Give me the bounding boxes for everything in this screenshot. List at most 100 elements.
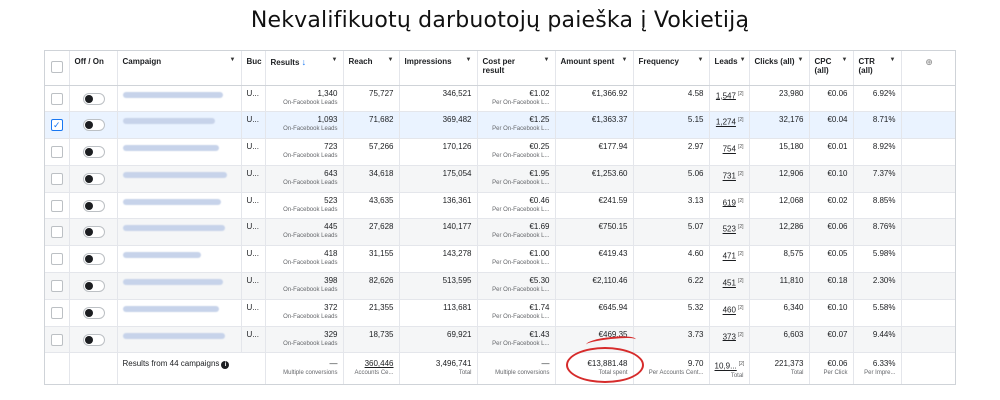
leads-cell[interactable]: 754 [2] (709, 138, 750, 166)
info-icon[interactable]: i (221, 361, 230, 370)
leads-cell[interactable]: 451 [2] (709, 272, 750, 300)
toggle-cell[interactable] (69, 111, 118, 140)
budget-header[interactable]: Buc (241, 51, 266, 86)
chevron-down-icon[interactable]: ▼ (466, 57, 472, 63)
row-select-cell[interactable] (45, 138, 70, 166)
campaign-header[interactable]: Campaign ▼ (117, 51, 242, 86)
campaign-name-redacted[interactable] (122, 145, 219, 152)
campaign-name-redacted[interactable] (122, 198, 221, 205)
chevron-down-icon[interactable]: ▼ (842, 57, 848, 63)
campaign-name-redacted[interactable] (122, 118, 215, 125)
row-checkbox[interactable] (50, 226, 63, 239)
campaign-toggle[interactable] (82, 199, 105, 212)
table-row[interactable]: U... 523 On-Facebook Leads 43,635 136,361 €0.… (45, 192, 955, 220)
select-all-header[interactable] (45, 51, 70, 86)
leads-cell[interactable]: 619 [2] (709, 192, 750, 220)
row-checkbox[interactable] (50, 333, 63, 346)
campaign-name-redacted[interactable] (122, 279, 223, 286)
campaign-name-redacted[interactable] (122, 91, 223, 98)
leads-cell[interactable]: 1,547 [2] (709, 85, 750, 113)
leads-cell[interactable]: 460 [2] (709, 299, 750, 327)
clicks-header[interactable]: Clicks (all) ▼ (749, 51, 810, 86)
campaign-toggle[interactable] (82, 333, 105, 346)
row-select-cell[interactable] (45, 192, 70, 220)
toggle-cell[interactable] (69, 138, 118, 166)
leads-cell[interactable]: 471 [2] (709, 245, 750, 274)
campaign-name-cell[interactable] (117, 299, 242, 327)
row-select-cell[interactable] (45, 218, 70, 247)
row-checkbox[interactable] (50, 146, 63, 159)
toggle-cell[interactable] (69, 218, 118, 247)
cost-per-result-header[interactable]: Cost per result ▼ (477, 51, 556, 86)
campaign-toggle[interactable] (82, 306, 105, 319)
campaign-name-redacted[interactable] (122, 332, 225, 339)
row-checkbox[interactable] (50, 92, 63, 105)
chevron-down-icon[interactable]: ▼ (798, 57, 804, 63)
toggle-cell[interactable] (69, 85, 118, 113)
reach-header[interactable]: Reach ▼ (343, 51, 400, 86)
row-select-cell[interactable]: ✓ (45, 111, 70, 140)
leads-cell[interactable]: 1,274 [2] (709, 111, 750, 140)
campaign-name-cell[interactable] (117, 165, 242, 193)
leads-cell[interactable]: 373 [2] (709, 326, 750, 354)
row-select-cell[interactable] (45, 85, 70, 113)
leads-cell[interactable]: 731 [2] (709, 165, 750, 193)
campaign-name-cell[interactable] (117, 192, 242, 220)
cpc-header[interactable]: CPC (all) ▼ (809, 51, 854, 86)
row-checkbox[interactable]: ✓ (50, 119, 63, 132)
campaign-name-cell[interactable] (117, 218, 242, 247)
row-select-cell[interactable] (45, 272, 70, 300)
toggle-cell[interactable] (69, 326, 118, 354)
sort-down-arrow-icon[interactable]: ↓ (302, 57, 307, 67)
frequency-header[interactable]: Frequency ▼ (633, 51, 710, 86)
row-select-cell[interactable] (45, 245, 70, 274)
campaign-toggle[interactable] (82, 280, 105, 293)
row-checkbox[interactable] (50, 253, 63, 266)
row-select-cell[interactable] (45, 165, 70, 193)
chevron-down-icon[interactable]: ▼ (230, 57, 236, 63)
circle-plus-icon[interactable]: ⊕ (925, 57, 933, 67)
row-select-cell[interactable] (45, 326, 70, 354)
chevron-down-icon[interactable]: ▼ (622, 57, 628, 63)
table-row[interactable]: U... 418 On-Facebook Leads 31,155 143,278 €1.… (45, 245, 955, 274)
campaign-toggle[interactable] (82, 119, 105, 132)
campaign-name-redacted[interactable] (122, 225, 225, 232)
campaign-toggle[interactable] (82, 146, 105, 159)
row-select-cell[interactable] (45, 299, 70, 327)
row-checkbox[interactable] (50, 306, 63, 319)
chevron-down-icon[interactable]: ▼ (740, 57, 746, 63)
campaign-name-cell[interactable] (117, 85, 242, 113)
add-column-header[interactable]: ⊕ (901, 51, 955, 86)
campaign-name-cell[interactable] (117, 245, 242, 274)
amount-spent-header[interactable]: Amount spent ▼ (555, 51, 634, 86)
campaign-toggle[interactable] (82, 253, 105, 266)
table-row[interactable]: U... 1,340 On-Facebook Leads 75,727 346,521 €… (45, 85, 955, 113)
toggle-cell[interactable] (69, 245, 118, 274)
campaign-toggle[interactable] (82, 172, 105, 185)
select-all-checkbox[interactable] (50, 61, 63, 73)
toggle-cell[interactable] (69, 165, 118, 193)
campaign-toggle[interactable] (82, 92, 105, 105)
table-row[interactable]: U... 723 On-Facebook Leads 57,266 170,126 €0.… (45, 138, 955, 166)
toggle-cell[interactable] (69, 299, 118, 327)
leads-cell[interactable]: 523 [2] (709, 218, 750, 247)
row-checkbox[interactable] (50, 172, 63, 185)
campaign-name-cell[interactable] (117, 138, 242, 166)
row-checkbox[interactable] (50, 199, 63, 212)
table-row[interactable]: U... 445 On-Facebook Leads 27,628 140,177 €1.… (45, 218, 955, 247)
toggle-cell[interactable] (69, 272, 118, 300)
campaign-name-redacted[interactable] (122, 171, 227, 178)
campaign-name-cell[interactable] (117, 272, 242, 300)
table-row[interactable]: U... 329 On-Facebook Leads 18,735 69,921 €1.4… (45, 326, 955, 354)
chevron-down-icon[interactable]: ▼ (332, 57, 338, 63)
table-row[interactable]: U... 643 On-Facebook Leads 34,618 175,054 €1.… (45, 165, 955, 193)
chevron-down-icon[interactable]: ▼ (890, 57, 896, 63)
table-row[interactable]: U... 372 On-Facebook Leads 21,355 113,681 €1.… (45, 299, 955, 327)
campaign-name-redacted[interactable] (122, 252, 201, 259)
impressions-header[interactable]: Impressions ▼ (399, 51, 478, 86)
ctr-header[interactable]: CTR (all) ▼ (853, 51, 902, 86)
campaign-name-cell[interactable] (117, 111, 242, 140)
chevron-down-icon[interactable]: ▼ (388, 57, 394, 63)
results-header[interactable]: Results ↓ ▼ (265, 51, 344, 86)
table-row[interactable]: U... 398 On-Facebook Leads 82,626 513,595 €5.… (45, 272, 955, 300)
